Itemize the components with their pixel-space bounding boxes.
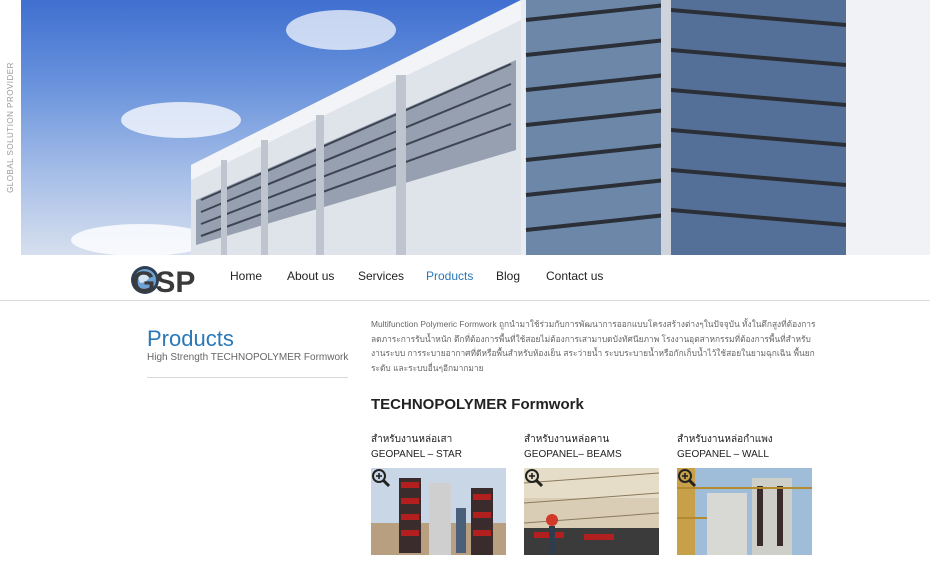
nav-products[interactable]: Products — [426, 269, 473, 283]
product-thai-label: สำหรับงานหล่อคาน — [524, 434, 610, 445]
logo-text: GSP — [132, 266, 195, 299]
gsp-logo-mark: GSP — [131, 266, 195, 299]
beam-formwork-photo — [524, 468, 659, 555]
side-tagline: GLOBAL SOLUTION PROVIDER — [0, 0, 21, 255]
building-illustration — [71, 0, 930, 255]
sidebar-divider — [147, 377, 348, 378]
nav-services[interactable]: Services — [358, 269, 404, 283]
main-navbar: GSP Home About us Services Products Blog… — [0, 255, 930, 301]
product-card-star: สำหรับงานหล่อเสา GEOPANEL – STAR — [371, 432, 507, 555]
product-name[interactable]: GEOPANEL – WALL — [677, 447, 813, 462]
wall-formwork-photo — [677, 468, 812, 555]
column-formwork-photo — [371, 468, 506, 555]
intro-paragraph: Multifunction Polymeric Formwork ถูกนำมา… — [371, 319, 816, 373]
gsp-logo[interactable]: GSP — [130, 259, 202, 299]
section-title: TECHNOPOLYMER Formwork — [371, 396, 584, 413]
zoom-in-icon[interactable] — [524, 468, 544, 488]
product-name[interactable]: GEOPANEL– BEAMS — [524, 447, 660, 462]
zoom-in-icon[interactable] — [371, 468, 391, 488]
nav-contact-us[interactable]: Contact us — [546, 269, 603, 283]
product-thumbnail[interactable] — [524, 468, 659, 555]
product-card-wall: สำหรับงานหล่อกำแพง GEOPANEL – WALL — [677, 432, 813, 555]
product-thai-label: สำหรับงานหล่อเสา — [371, 434, 453, 445]
product-name[interactable]: GEOPANEL – STAR — [371, 447, 507, 462]
nav-about-us[interactable]: About us — [287, 269, 334, 283]
zoom-in-icon[interactable] — [677, 468, 697, 488]
product-thumbnail[interactable] — [677, 468, 812, 555]
product-thai-label: สำหรับงานหล่อกำแพง — [677, 434, 773, 445]
page-title: Products — [147, 326, 234, 351]
side-tagline-text: GLOBAL SOLUTION PROVIDER — [6, 62, 15, 193]
nav-home[interactable]: Home — [230, 269, 262, 283]
page-subtitle: High Strength TECHNOPOLYMER Formwork — [147, 352, 349, 363]
product-thumbnail[interactable] — [371, 468, 506, 555]
nav-blog[interactable]: Blog — [496, 269, 520, 283]
product-card-beams: สำหรับงานหล่อคาน GEOPANEL– BEAMS — [524, 432, 660, 555]
hero-banner-image — [21, 0, 930, 255]
